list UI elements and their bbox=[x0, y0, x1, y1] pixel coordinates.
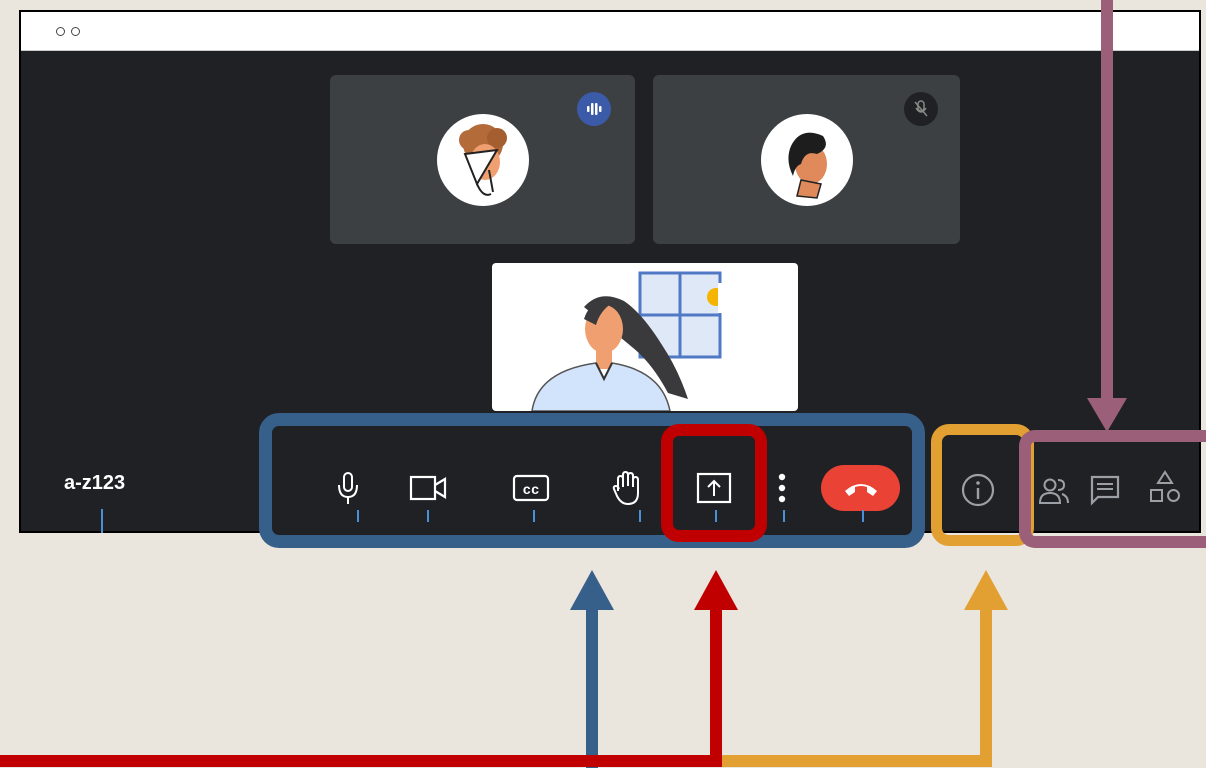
toolbar-arrowhead bbox=[570, 570, 614, 610]
info-arrowhead bbox=[964, 570, 1008, 610]
present-connector bbox=[0, 608, 722, 767]
info-connector bbox=[716, 608, 992, 767]
annotation-arrows bbox=[0, 0, 1127, 768]
side-controls-arrowhead bbox=[1087, 398, 1127, 432]
present-arrowhead bbox=[694, 570, 738, 610]
